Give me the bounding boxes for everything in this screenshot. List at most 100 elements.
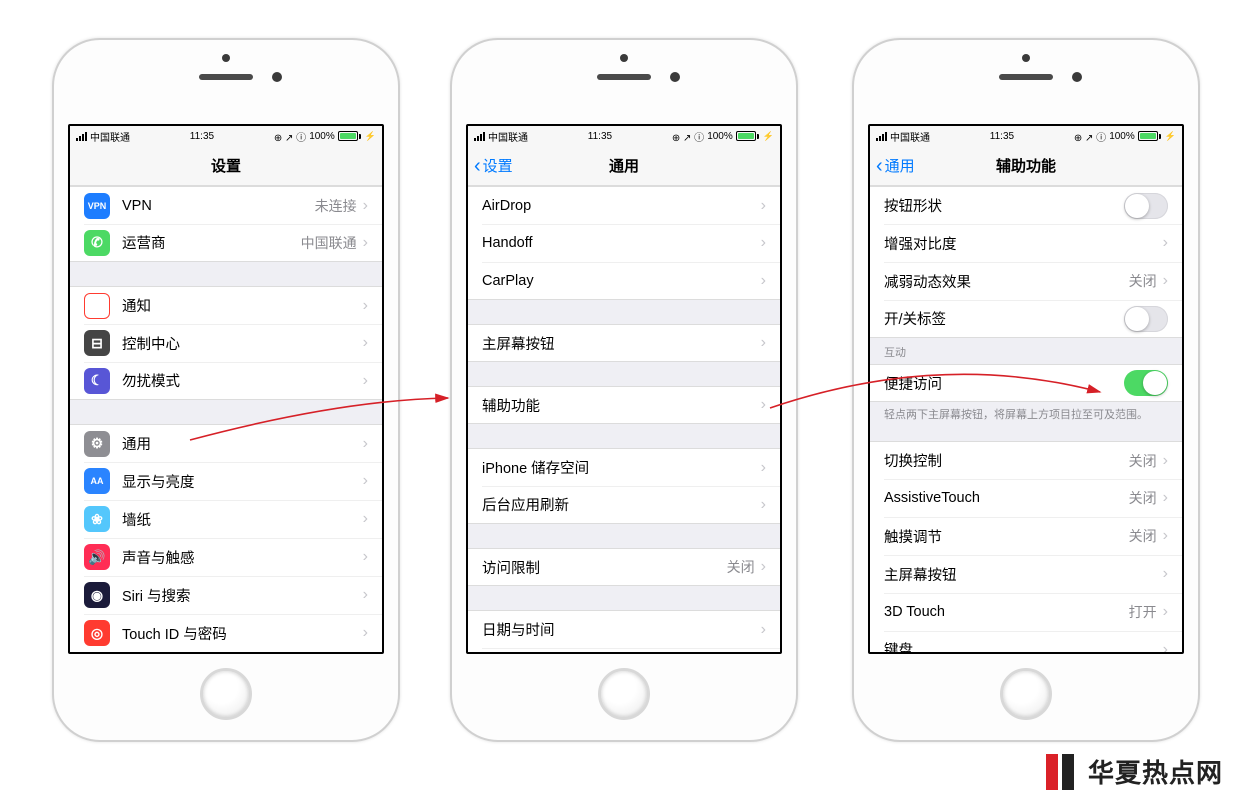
camera-dot [1072,72,1082,82]
list-row[interactable]: iPhone 储存空间› [468,448,780,486]
row-label: 访问限制 [482,557,727,578]
dnd-icon: ☾ [84,368,110,394]
settings-group: ◻通知›⊟控制中心›☾勿扰模式› [70,286,382,400]
row-label: 减弱动态效果 [884,271,1129,292]
list-row[interactable]: 主屏幕按钮› [468,324,780,362]
row-label: 触摸调节 [884,526,1129,547]
list-row[interactable]: ⚙通用› [70,424,382,462]
list-row[interactable]: 便捷访问 [870,364,1182,402]
row-label: 按钮形状 [884,195,1124,216]
list-row[interactable]: 键盘› [870,631,1182,654]
settings-group: AirDrop›Handoff›CarPlay› [468,186,780,300]
row-label: 便捷访问 [884,373,1124,394]
status-bar: 中国联通 11:35 ⊕ ↗ ⓘ100%⚡ [468,126,780,146]
page-title: 设置 [211,155,241,176]
chevron-right-icon: › [363,548,368,566]
settings-group: 访问限制关闭› [468,548,780,586]
status-left: 中国联通 [76,129,130,144]
accessibility-list[interactable]: 按钮形状增强对比度›减弱动态效果关闭›开/关标签互动便捷访问轻点两下主屏幕按钮，… [870,186,1182,654]
speaker-slot [999,74,1053,80]
touch-icon: ◎ [84,620,110,646]
row-label: 后台应用刷新 [482,494,761,515]
sensor-dot [620,54,628,62]
list-row[interactable]: ✆运营商中国联通› [70,224,382,262]
status-time: 11:35 [588,131,612,142]
settings-group: 便捷访问 [870,364,1182,402]
list-row[interactable]: 触摸调节关闭› [870,517,1182,555]
list-row[interactable]: ☾勿扰模式› [70,362,382,400]
chevron-right-icon: › [761,396,766,414]
chevron-right-icon: › [363,297,368,315]
speaker-slot [597,74,651,80]
chevron-right-icon: › [1163,603,1168,621]
list-row[interactable]: AA显示与亮度› [70,462,382,500]
phone-top [54,40,398,124]
phone-bottom [854,654,1198,740]
home-button[interactable] [200,668,252,720]
list-row[interactable]: 3D Touch打开› [870,593,1182,631]
chevron-right-icon: › [761,234,766,252]
list-row[interactable]: ◻通知› [70,286,382,324]
list-row[interactable]: 切换控制关闭› [870,441,1182,479]
list-row[interactable]: CarPlay› [468,262,780,300]
list-row[interactable]: 日期与时间› [468,610,780,648]
list-row[interactable]: 访问限制关闭› [468,548,780,586]
row-label: CarPlay [482,273,761,289]
list-row[interactable]: 减弱动态效果关闭› [870,262,1182,300]
sound-icon: 🔊 [84,544,110,570]
list-row[interactable]: 开/关标签 [870,300,1182,338]
back-button[interactable]: ‹通用 [876,155,915,176]
list-row[interactable]: 按钮形状 [870,186,1182,224]
general-list[interactable]: AirDrop›Handoff›CarPlay›主屏幕按钮›辅助功能›iPhon… [468,186,780,654]
toggle-switch[interactable] [1124,370,1168,396]
vpn-icon: VPN [84,193,110,219]
list-row[interactable]: 辅助功能› [468,386,780,424]
chevron-right-icon: › [363,197,368,215]
list-row[interactable]: AssistiveTouch关闭› [870,479,1182,517]
toggle-switch[interactable] [1124,193,1168,219]
screen: 中国联通 11:35 ⊕ ↗ ⓘ100%⚡ 设置 VPNVPN未连接›✆运营商中… [68,124,384,654]
chevron-right-icon: › [761,197,766,215]
row-label: 开/关标签 [884,308,1124,329]
chevron-left-icon: ‹ [876,156,883,176]
camera-dot [272,72,282,82]
status-left: 中国联通 [474,129,528,144]
settings-list[interactable]: VPNVPN未连接›✆运营商中国联通›◻通知›⊟控制中心›☾勿扰模式›⚙通用›A… [70,186,382,654]
navbar: ‹通用 辅助功能 [870,146,1182,186]
row-label: 声音与触感 [122,547,363,568]
list-row[interactable]: AirDrop› [468,186,780,224]
row-label: 主屏幕按钮 [884,564,1163,585]
back-button[interactable]: ‹设置 [474,155,513,176]
list-row[interactable]: 主屏幕按钮› [870,555,1182,593]
row-label: 显示与亮度 [122,471,363,492]
phone-bottom [452,654,796,740]
list-row[interactable]: 🔊 声音与触感› [70,538,382,576]
chevron-right-icon: › [363,472,368,490]
list-row[interactable]: ◎Touch ID 与密码› [70,614,382,652]
chevron-right-icon: › [761,334,766,352]
list-row[interactable]: 增强对比度› [870,224,1182,262]
list-row[interactable]: ❀墙纸› [70,500,382,538]
chevron-right-icon: › [363,234,368,252]
chevron-right-icon: › [363,624,368,642]
status-left: 中国联通 [876,129,930,144]
home-button[interactable] [598,668,650,720]
chevron-right-icon: › [1163,565,1168,583]
toggle-switch[interactable] [1124,306,1168,332]
home-button[interactable] [1000,668,1052,720]
list-row[interactable]: VPNVPN未连接› [70,186,382,224]
row-label: 增强对比度 [884,233,1163,254]
chevron-right-icon: › [363,372,368,390]
row-detail: 未连接 [315,196,357,216]
list-row[interactable]: Handoff› [468,224,780,262]
ctrl-icon: ⊟ [84,330,110,356]
row-detail: 关闭 [1129,526,1157,546]
list-row[interactable]: 后台应用刷新› [468,486,780,524]
row-label: VPN [122,198,315,214]
row-label: 墙纸 [122,509,363,530]
list-row[interactable]: ◉Siri 与搜索› [70,576,382,614]
settings-group: 日期与时间›键盘› [468,610,780,654]
sensor-dot [1022,54,1030,62]
row-label: AssistiveTouch [884,490,1129,506]
list-row[interactable]: ⊟控制中心› [70,324,382,362]
